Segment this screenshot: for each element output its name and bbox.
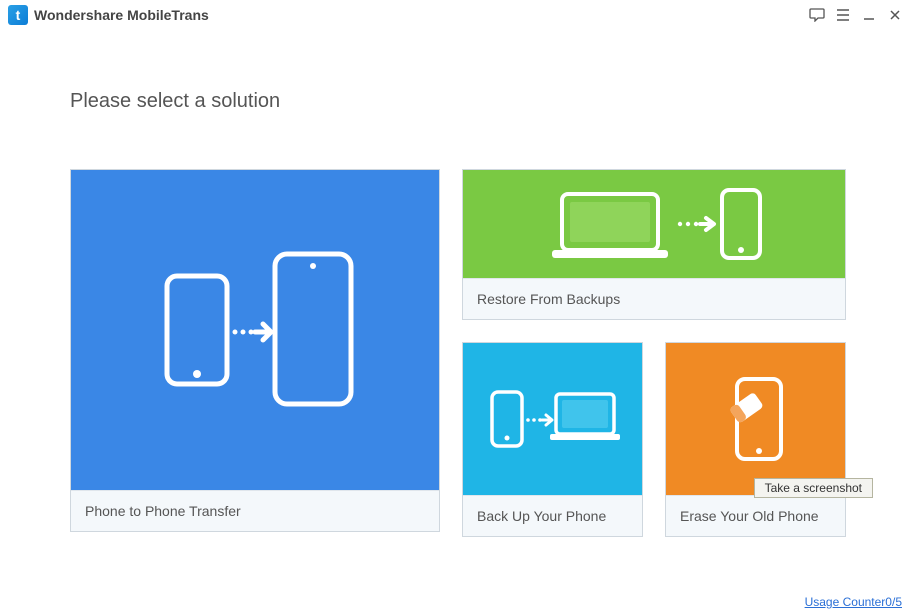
page-heading: Please select a solution <box>70 90 846 113</box>
screenshot-tooltip: Take a screenshot <box>754 478 873 498</box>
erase-phone-icon <box>666 343 845 495</box>
app-title: Wondershare MobileTrans <box>34 7 209 23</box>
solution-grid: Phone to Phone Transfer <box>70 169 846 537</box>
backup-phone-icon <box>463 343 642 495</box>
titlebar: t Wondershare MobileTrans <box>0 0 916 30</box>
card-label: Erase Your Old Phone <box>666 495 845 536</box>
card-label: Restore From Backups <box>463 278 845 319</box>
menu-icon[interactable] <box>830 4 856 26</box>
usage-counter-link[interactable]: Usage Counter0/5 <box>805 595 902 609</box>
card-erase-phone[interactable]: Erase Your Old Phone <box>665 342 846 537</box>
restore-backups-icon <box>463 170 845 278</box>
card-label: Back Up Your Phone <box>463 495 642 536</box>
card-backup-phone[interactable]: Back Up Your Phone <box>462 342 643 537</box>
phone-to-phone-icon <box>71 170 439 490</box>
main-content: Please select a solution <box>0 30 916 537</box>
minimize-button[interactable] <box>856 4 882 26</box>
card-restore-backups[interactable]: Restore From Backups <box>462 169 846 320</box>
card-label: Phone to Phone Transfer <box>71 490 439 531</box>
app-logo-icon: t <box>8 5 28 25</box>
card-phone-to-phone[interactable]: Phone to Phone Transfer <box>70 169 440 532</box>
close-button[interactable] <box>882 4 908 26</box>
feedback-icon[interactable] <box>804 4 830 26</box>
